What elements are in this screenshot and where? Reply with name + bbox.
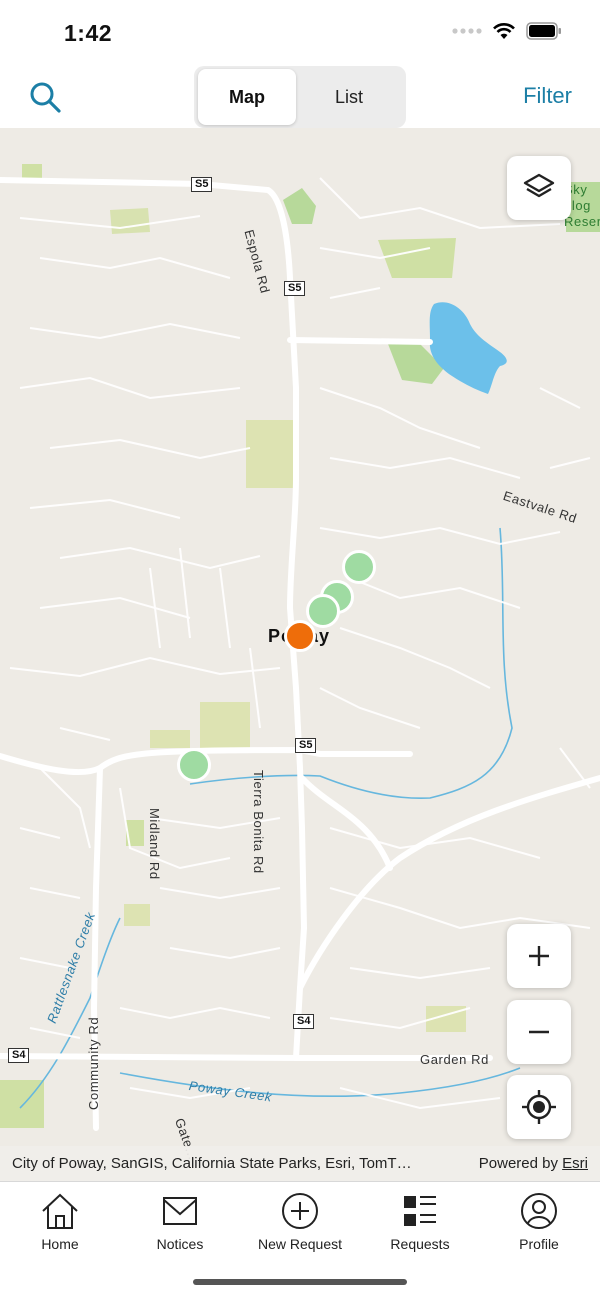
tab-profile[interactable]: Profile (479, 1188, 599, 1252)
midland-rd-label: Midland Rd (147, 808, 162, 880)
powered-by: Powered by Esri (479, 1155, 588, 1172)
minus-icon (529, 1030, 549, 1034)
filter-button[interactable]: Filter (523, 83, 572, 109)
tab-notices[interactable]: Notices (120, 1188, 240, 1252)
person-icon (521, 1193, 557, 1229)
tab-requests-label: Requests (390, 1236, 450, 1252)
route-s5-shield-top: S5 (191, 177, 213, 192)
home-icon (42, 1193, 78, 1229)
powered-by-text: Powered by (478, 1155, 558, 1172)
zoom-out-button[interactable] (507, 1000, 571, 1064)
search-icon (30, 82, 61, 113)
esri-link[interactable]: Esri (562, 1155, 588, 1172)
status-icons (452, 22, 562, 40)
map-attribution: City of Poway, SanGIS, California State … (0, 1146, 600, 1181)
route-s4-shield-left: S4 (8, 1048, 30, 1063)
route-s4-shield-center: S4 (293, 1014, 315, 1029)
locate-icon (522, 1090, 556, 1124)
plus-icon (529, 946, 549, 966)
tab-notices-label: Notices (156, 1236, 204, 1252)
view-toggle: Map List (194, 66, 406, 128)
layers-button[interactable] (507, 156, 571, 220)
tab-new-request[interactable]: New Request (240, 1188, 360, 1252)
selected-request-marker[interactable] (284, 620, 316, 652)
status-bar: 1:42 (0, 0, 600, 66)
route-s5-shield-low: S5 (295, 738, 317, 753)
garden-rd-label: Garden Rd (420, 1052, 489, 1067)
nav-bar: Map List Filter (0, 66, 600, 128)
tab-requests[interactable]: Requests (360, 1188, 480, 1252)
community-rd-label: Community Rd (86, 1016, 101, 1110)
route-s5-shield-mid: S5 (284, 281, 306, 296)
list-icon (404, 1196, 436, 1226)
request-marker[interactable] (342, 550, 376, 584)
tierra-bonita-rd-label: Tierra Bonita Rd (251, 770, 266, 874)
tab-profile-label: Profile (519, 1236, 559, 1252)
map-view[interactable]: Espola Rd Eastvale Rd Tierra Bonita Rd M… (0, 128, 600, 1181)
plus-circle-icon (282, 1193, 318, 1229)
signal-icon (452, 28, 482, 34)
home-indicator (193, 1279, 407, 1285)
tab-home-label: Home (41, 1236, 79, 1252)
search-button[interactable] (28, 80, 64, 116)
request-marker[interactable] (306, 594, 340, 628)
zoom-in-button[interactable] (507, 924, 571, 988)
map-segment[interactable]: Map (198, 69, 296, 125)
envelope-icon (163, 1197, 197, 1225)
tab-home[interactable]: Home (0, 1188, 120, 1252)
locate-button[interactable] (507, 1075, 571, 1139)
layers-icon (523, 173, 555, 198)
request-marker[interactable] (177, 748, 211, 782)
tab-new-request-label: New Request (257, 1236, 343, 1252)
status-time: 1:42 (64, 20, 113, 46)
attribution-text: City of Poway, SanGIS, California State … (12, 1155, 412, 1172)
wifi-icon (493, 23, 515, 39)
battery-icon (526, 22, 561, 40)
list-segment[interactable]: List (300, 69, 398, 125)
